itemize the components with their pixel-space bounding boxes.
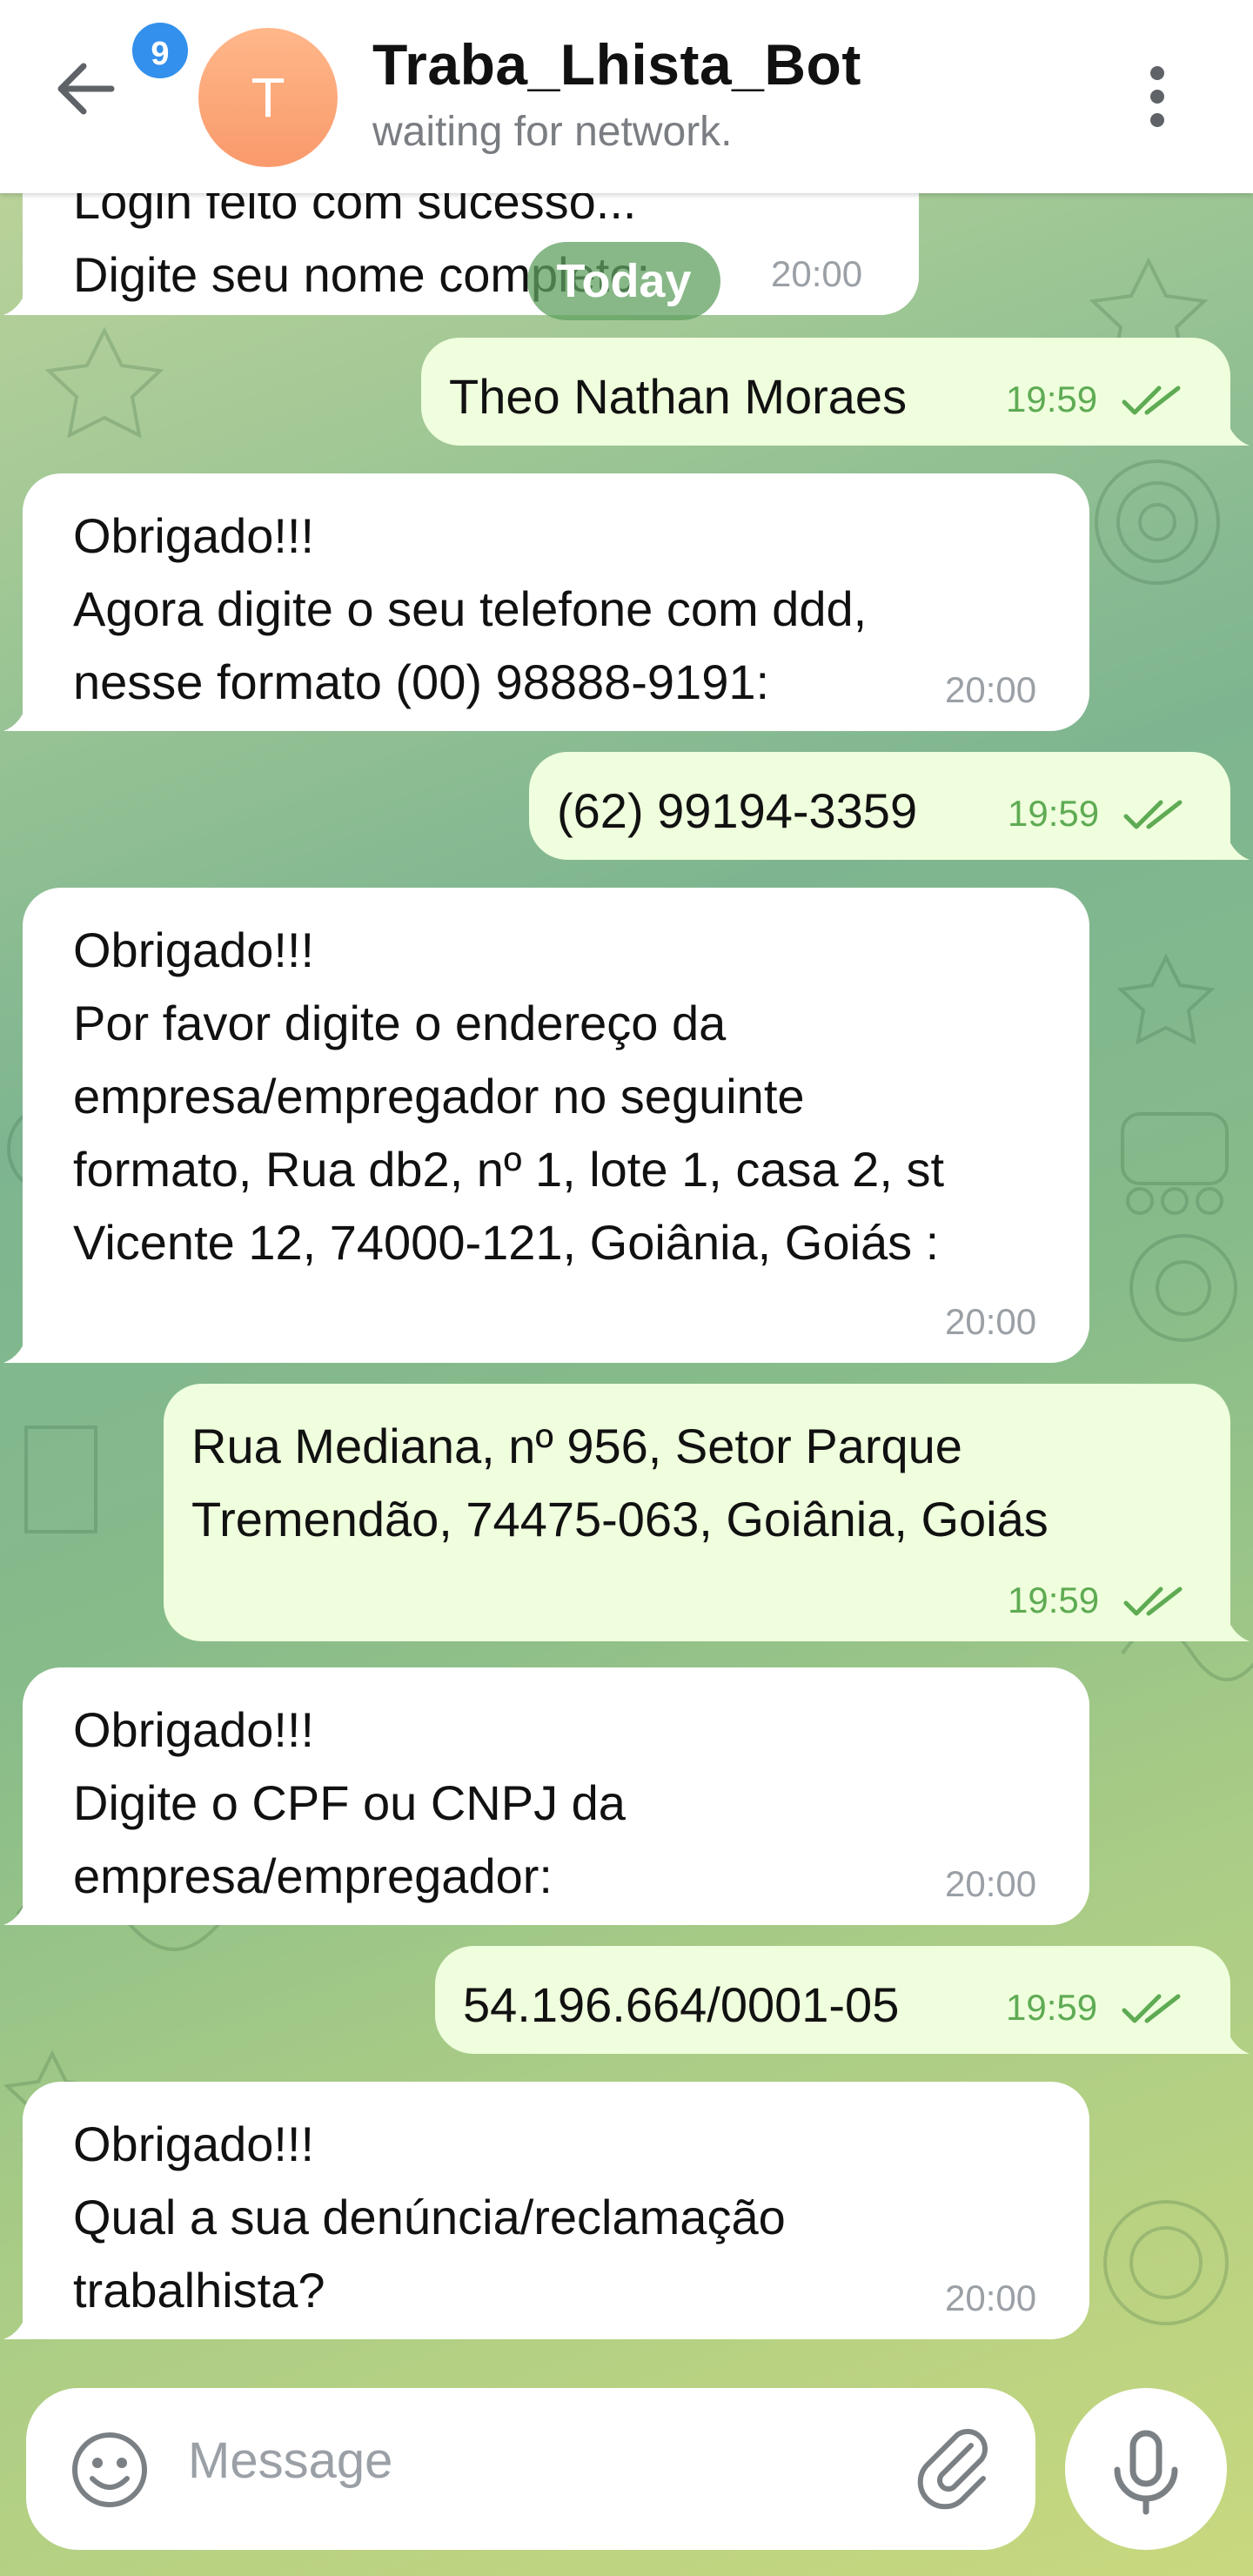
date-separator: Today bbox=[527, 242, 720, 320]
double-check-icon bbox=[1122, 1994, 1181, 2023]
message-text: Obrigado!!! Qual a sua denúncia/reclamaç… bbox=[73, 2116, 786, 2318]
message-text: (62) 99194-3359 bbox=[557, 783, 918, 838]
message-time: 19:59 bbox=[1006, 1987, 1098, 2028]
arrow-left-icon bbox=[57, 63, 115, 115]
emoji-button[interactable] bbox=[66, 2426, 153, 2513]
message-composer: Message bbox=[26, 2388, 1035, 2550]
message-text: 54.196.664/0001-05 bbox=[463, 1977, 900, 2032]
message-time: 19:59 bbox=[1008, 793, 1100, 834]
message-time: 20:00 bbox=[945, 669, 1037, 710]
message-time: 19:59 bbox=[1008, 1580, 1100, 1620]
chat-header: 9 T Traba_Lhista_Bot waiting for network… bbox=[0, 0, 1253, 193]
outgoing-message[interactable]: 54.196.664/0001-05 19:59 bbox=[435, 1946, 1230, 2054]
message-text: Obrigado!!! Digite o CPF ou CNPJ da empr… bbox=[73, 1702, 626, 1903]
chat-title[interactable]: Traba_Lhista_Bot bbox=[372, 31, 861, 97]
unread-count-badge: 9 bbox=[129, 19, 191, 82]
message-time: 20:00 bbox=[771, 253, 863, 294]
message-text: Rua Mediana, nº 956, Setor Parque Tremen… bbox=[191, 1419, 1049, 1546]
message-time: 19:59 bbox=[1006, 379, 1098, 419]
message-text: Obrigado!!! Por favor digite o endereço … bbox=[73, 922, 944, 1270]
outgoing-message[interactable]: (62) 99194-3359 19:59 bbox=[529, 752, 1230, 860]
paperclip-icon bbox=[917, 2429, 988, 2510]
outgoing-message[interactable]: Theo Nathan Moraes 19:59 bbox=[421, 338, 1230, 446]
incoming-message[interactable]: Obrigado!!! Por favor digite o endereço … bbox=[23, 888, 1089, 1363]
microphone-icon bbox=[1114, 2430, 1178, 2515]
message-time: 20:00 bbox=[945, 1863, 1037, 1904]
message-text: Theo Nathan Moraes bbox=[449, 369, 908, 424]
double-check-icon bbox=[1123, 800, 1183, 829]
more-vertical-icon bbox=[1150, 66, 1164, 127]
double-check-icon bbox=[1123, 1587, 1183, 1616]
message-time: 20:00 bbox=[945, 2277, 1037, 2318]
chat-status: waiting for network. bbox=[372, 109, 733, 155]
outgoing-message[interactable]: Rua Mediana, nº 956, Setor Parque Tremen… bbox=[164, 1384, 1230, 1641]
message-time: 20:00 bbox=[945, 1301, 1037, 1342]
voice-record-button[interactable] bbox=[1065, 2388, 1227, 2550]
attach-button[interactable] bbox=[914, 2426, 1001, 2513]
double-check-icon bbox=[1122, 386, 1181, 415]
incoming-message[interactable]: Obrigado!!! Agora digite o seu telefone … bbox=[23, 473, 1089, 731]
smiley-icon bbox=[72, 2432, 147, 2507]
message-text: Obrigado!!! Agora digite o seu telefone … bbox=[73, 508, 868, 709]
message-input[interactable]: Message bbox=[188, 2432, 392, 2490]
incoming-message[interactable]: Obrigado!!! Digite o CPF ou CNPJ da empr… bbox=[23, 1667, 1089, 1925]
incoming-message[interactable]: Obrigado!!! Qual a sua denúncia/reclamaç… bbox=[23, 2082, 1089, 2339]
more-menu-button[interactable] bbox=[1131, 57, 1183, 136]
avatar[interactable]: T bbox=[198, 28, 338, 167]
